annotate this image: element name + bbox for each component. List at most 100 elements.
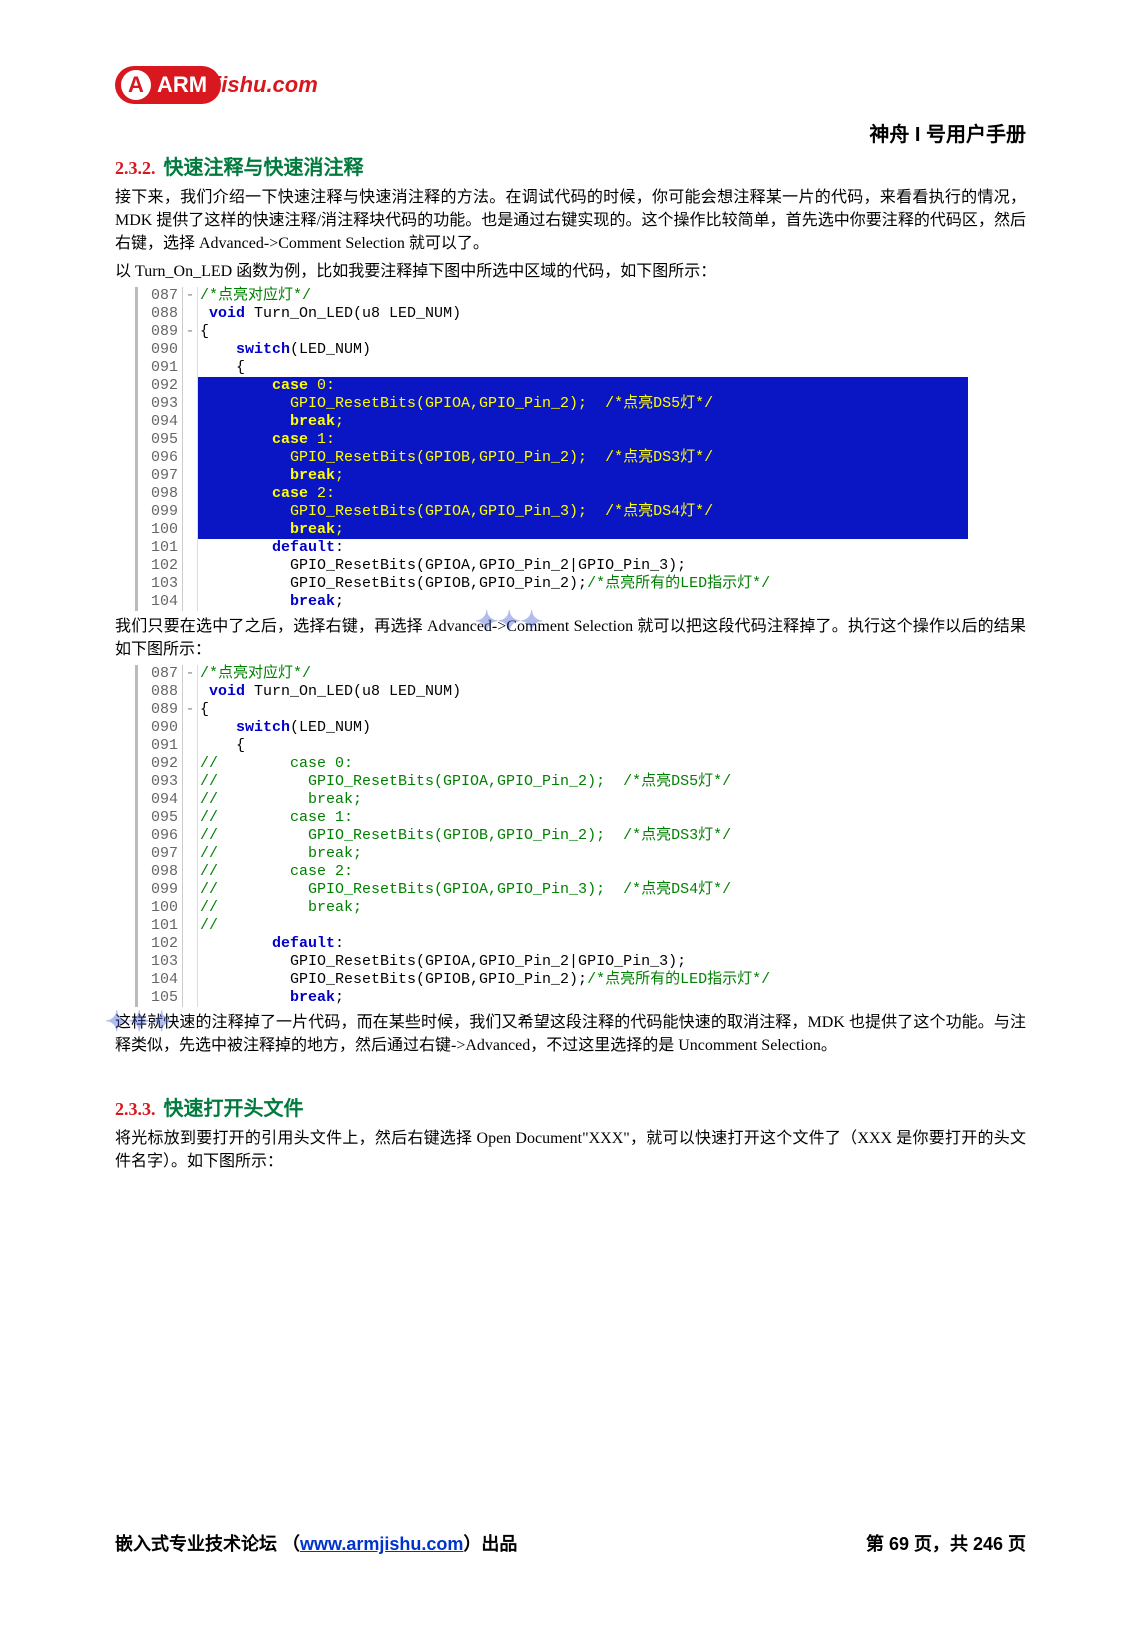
code-line: 101 default: (138, 539, 968, 557)
fold-icon (183, 683, 198, 701)
line-number: 087 (138, 665, 183, 683)
fold-icon (183, 575, 198, 593)
code-text: default: (198, 539, 968, 557)
code-text: switch(LED_NUM) (198, 341, 968, 359)
code-text: case 0: (198, 377, 968, 395)
code-line: 101 // (138, 917, 968, 935)
fold-icon (183, 809, 198, 827)
section-232-title: 快速注释与快速消注释 (164, 157, 364, 179)
fold-icon (183, 737, 198, 755)
code-text: void Turn_On_LED(u8 LED_NUM) (198, 683, 968, 701)
fold-icon (183, 791, 198, 809)
fold-icon (183, 863, 198, 881)
code-text: break; (198, 989, 968, 1007)
code-line: 099 GPIO_ResetBits(GPIOA,GPIO_Pin_3); /*… (138, 503, 968, 521)
line-number: 090 (138, 719, 183, 737)
fold-icon (183, 989, 198, 1007)
logo-pill: A ARM (115, 66, 221, 104)
fold-icon (183, 503, 198, 521)
line-number: 103 (138, 575, 183, 593)
code-line: 102 default: (138, 935, 968, 953)
code-text: GPIO_ResetBits(GPIOB,GPIO_Pin_2);/*点亮所有的… (198, 971, 968, 989)
line-number: 099 (138, 503, 183, 521)
code-line: 089-{ (138, 701, 968, 719)
code-text: { (198, 737, 968, 755)
fold-icon: - (183, 287, 198, 305)
code-text: /*点亮对应灯*/ (198, 287, 968, 305)
fold-icon (183, 557, 198, 575)
code-text: { (198, 359, 968, 377)
code-line: 088 void Turn_On_LED(u8 LED_NUM) (138, 683, 968, 701)
footer-link[interactable]: www.armjishu.com (300, 1534, 463, 1554)
code-text: // GPIO_ResetBits(GPIOA,GPIO_Pin_2); /*点… (198, 773, 968, 791)
fold-icon: - (183, 323, 198, 341)
code-text: /*点亮对应灯*/ (198, 665, 968, 683)
code-line: 087-/*点亮对应灯*/ (138, 287, 968, 305)
line-number: 104 (138, 971, 183, 989)
code-line: 104 break; (138, 593, 968, 611)
code-text: GPIO_ResetBits(GPIOB,GPIO_Pin_2);/*点亮所有的… (198, 575, 968, 593)
footer-right: 第 69 页，共 246 页 (866, 1530, 1026, 1556)
fold-icon (183, 485, 198, 503)
line-number: 097 (138, 467, 183, 485)
code-text: break; (198, 521, 968, 539)
fold-icon (183, 935, 198, 953)
line-number: 088 (138, 683, 183, 701)
code-line: 095 // case 1: (138, 809, 968, 827)
code-line: 093 GPIO_ResetBits(GPIOA,GPIO_Pin_2); /*… (138, 395, 968, 413)
code-line: 089-{ (138, 323, 968, 341)
line-number: 089 (138, 323, 183, 341)
fold-icon (183, 305, 198, 323)
fold-icon: - (183, 665, 198, 683)
fold-icon (183, 773, 198, 791)
code-text: { (198, 323, 968, 341)
code-text: GPIO_ResetBits(GPIOA,GPIO_Pin_3); /*点亮DS… (198, 503, 968, 521)
fold-icon (183, 431, 198, 449)
line-number: 092 (138, 377, 183, 395)
code-text: case 2: (198, 485, 968, 503)
line-number: 098 (138, 863, 183, 881)
line-number: 105 (138, 989, 183, 1007)
code-text: GPIO_ResetBits(GPIOB,GPIO_Pin_2); /*点亮DS… (198, 449, 968, 467)
code-text: break; (198, 467, 968, 485)
para-232-2: 以 Turn_On_LED 函数为例，比如我要注释掉下图中所选中区域的代码，如下… (115, 260, 1026, 283)
code-line: 091 { (138, 359, 968, 377)
section-233-title: 快速打开头文件 (164, 1098, 304, 1120)
code-text: break; (198, 593, 968, 611)
footer-left: 嵌入式专业技术论坛 （www.armjishu.com）出品 (115, 1530, 517, 1556)
para-232-4: 这样就快速的注释掉了一片代码，而在某些时候，我们又希望这段注释的代码能快速的取消… (115, 1011, 1026, 1057)
line-number: 092 (138, 755, 183, 773)
code-line: 104 GPIO_ResetBits(GPIOB,GPIO_Pin_2);/*点… (138, 971, 968, 989)
code-line: 098 // case 2: (138, 863, 968, 881)
section-232-heading: 2.3.2.快速注释与快速消注释 (115, 151, 1026, 180)
code-text: case 1: (198, 431, 968, 449)
code-text: { (198, 701, 968, 719)
footer: 嵌入式专业技术论坛 （www.armjishu.com）出品 第 69 页，共 … (115, 1530, 1026, 1556)
fold-icon (183, 845, 198, 863)
line-number: 093 (138, 395, 183, 413)
code-line: 097 // break; (138, 845, 968, 863)
fold-icon (183, 521, 198, 539)
fold-icon (183, 467, 198, 485)
code-line: 098 case 2: (138, 485, 968, 503)
code-text: // break; (198, 845, 968, 863)
fold-icon (183, 899, 198, 917)
fold-icon: - (183, 701, 198, 719)
line-number: 091 (138, 359, 183, 377)
fold-icon (183, 971, 198, 989)
code-line: 100 break; (138, 521, 968, 539)
code-text: // GPIO_ResetBits(GPIOA,GPIO_Pin_3); /*点… (198, 881, 968, 899)
line-number: 102 (138, 557, 183, 575)
code-text: // (198, 917, 968, 935)
footer-left-b: ）出品 (463, 1534, 517, 1554)
code-block-after: 087-/*点亮对应灯*/088 void Turn_On_LED(u8 LED… (135, 665, 968, 1007)
code-text: // break; (198, 899, 968, 917)
code-line: 094 // break; (138, 791, 968, 809)
code-line: 102 GPIO_ResetBits(GPIOA,GPIO_Pin_2|GPIO… (138, 557, 968, 575)
code-text: GPIO_ResetBits(GPIOA,GPIO_Pin_2|GPIO_Pin… (198, 557, 968, 575)
line-number: 102 (138, 935, 183, 953)
code-text: // case 0: (198, 755, 968, 773)
code-text: // case 2: (198, 863, 968, 881)
code-line: 093 // GPIO_ResetBits(GPIOA,GPIO_Pin_2);… (138, 773, 968, 791)
line-number: 093 (138, 773, 183, 791)
